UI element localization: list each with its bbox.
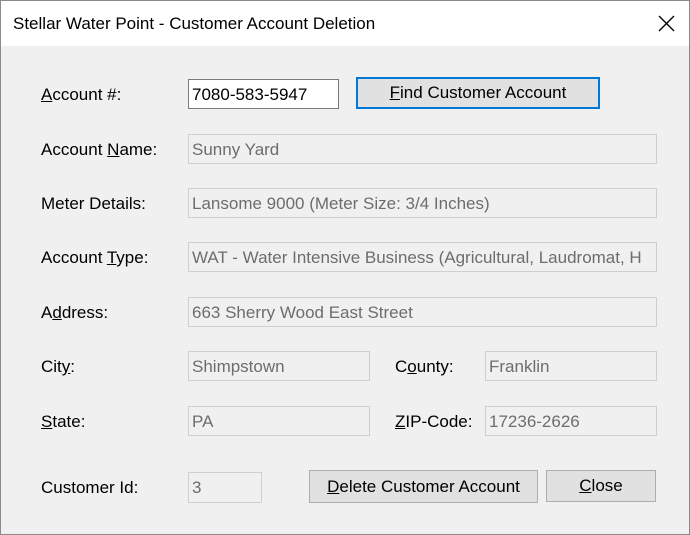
address-label: Address: xyxy=(41,303,109,322)
zip-code-label: ZIP-Code: xyxy=(395,412,473,431)
account-type-label: Account Type: xyxy=(41,248,149,267)
meter-details-label: Meter Details: xyxy=(41,194,146,213)
state-field: PA xyxy=(188,406,370,436)
address-field: 663 Sherry Wood East Street xyxy=(188,297,657,327)
account-number-label: Account #: xyxy=(41,85,122,104)
account-number-input[interactable]: 7080-583-5947 xyxy=(188,79,339,109)
city-field: Shimpstown xyxy=(188,351,370,381)
title-bar: Stellar Water Point - Customer Account D… xyxy=(1,1,689,46)
county-label: County: xyxy=(395,357,454,376)
zip-code-field: 17236-2626 xyxy=(485,406,657,436)
account-name-field: Sunny Yard xyxy=(188,134,657,164)
account-name-label: Account Name: xyxy=(41,140,158,159)
window-close-button[interactable] xyxy=(643,1,689,46)
meter-details-field: Lansome 9000 (Meter Size: 3/4 Inches) xyxy=(188,188,657,218)
close-icon xyxy=(658,15,674,32)
county-field: Franklin xyxy=(485,351,657,381)
find-customer-account-button[interactable]: Find Customer Account xyxy=(356,77,600,109)
customer-id-label: Customer Id: xyxy=(41,478,139,497)
account-type-field: WAT - Water Intensive Business (Agricult… xyxy=(188,242,657,272)
city-label: City: xyxy=(41,357,76,376)
close-button[interactable]: Close xyxy=(546,470,656,502)
state-label: State: xyxy=(41,412,86,431)
delete-customer-account-button[interactable]: Delete Customer Account xyxy=(309,470,538,503)
customer-id-field: 3 xyxy=(188,472,262,503)
dialog-window: Stellar Water Point - Customer Account D… xyxy=(0,0,690,535)
window-title: Stellar Water Point - Customer Account D… xyxy=(13,14,376,33)
